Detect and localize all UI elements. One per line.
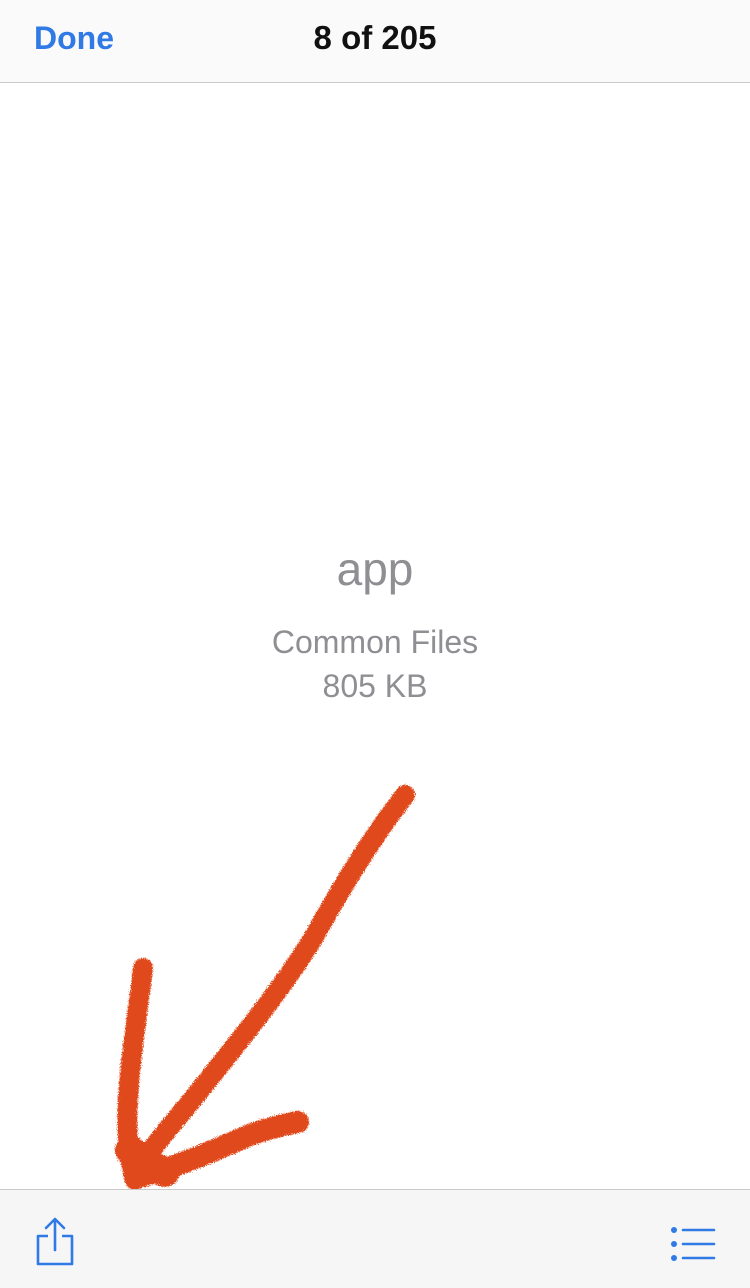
done-button[interactable]: Done — [34, 18, 114, 58]
quick-look-preview: Done 8 of 205 app Common Files 805 KB — [0, 0, 750, 1288]
list-button[interactable] — [670, 1226, 716, 1262]
file-size: 805 KB — [322, 668, 428, 704]
list-icon — [671, 1227, 716, 1261]
bottom-toolbar — [0, 1189, 750, 1288]
navigation-bar: Done 8 of 205 — [0, 0, 750, 83]
file-location: Common Files — [271, 624, 479, 660]
share-button[interactable] — [30, 1216, 80, 1268]
file-info: app Common Files 805 KB — [0, 538, 750, 706]
file-name: app — [336, 543, 414, 595]
share-icon — [36, 1217, 74, 1266]
